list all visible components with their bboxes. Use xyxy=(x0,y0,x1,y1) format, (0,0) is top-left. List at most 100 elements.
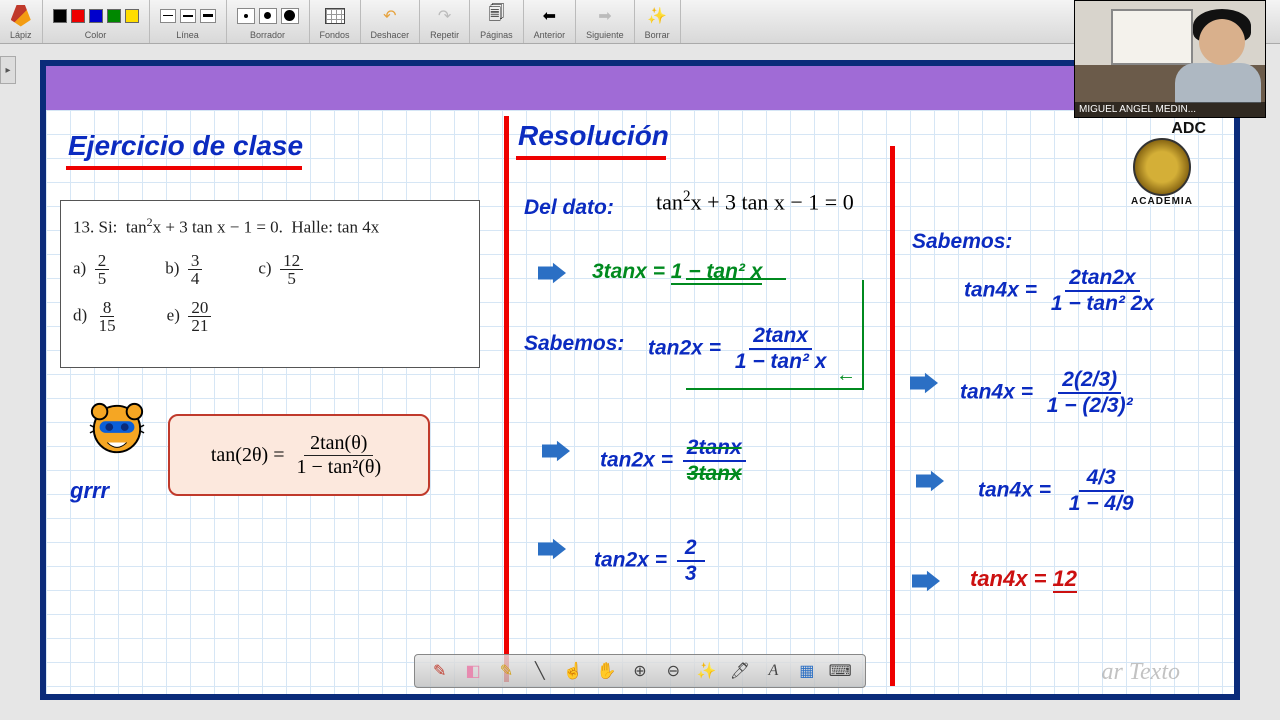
final-answer: tan4x = 12 xyxy=(970,566,1077,592)
arrow-icon xyxy=(538,538,566,560)
label-sabemos-mid: Sabemos: xyxy=(524,332,624,356)
pen-label: Lápiz xyxy=(10,30,32,40)
highlighter-icon[interactable]: ✎ xyxy=(495,660,517,682)
label-sabemos-right: Sabemos: xyxy=(912,230,1012,254)
line-med-icon[interactable] xyxy=(180,9,196,23)
pointer-icon[interactable]: ☝ xyxy=(562,660,584,682)
swatch-yellow[interactable] xyxy=(125,9,139,23)
wand-icon[interactable]: ✨ xyxy=(696,660,718,682)
sidebar-toggle[interactable]: ▸ xyxy=(0,56,16,84)
clear-icon: ✨ xyxy=(646,5,668,27)
floating-toolbar[interactable]: ✎ ◧ ✎ ╲ ☝ ✋ ⊕ ⊖ ✨ 🖊 A ▦ ⌨ xyxy=(414,654,866,688)
swatch-green[interactable] xyxy=(107,9,121,23)
logo-text-2: ACADEMIA xyxy=(1131,196,1193,207)
eraser-tool-icon[interactable]: ◧ xyxy=(462,660,484,682)
line-thin-icon[interactable] xyxy=(160,9,176,23)
pen-alt-icon[interactable]: 🖊 xyxy=(729,660,751,682)
option-e: e) 2021 xyxy=(167,299,212,334)
redo-icon: ↷ xyxy=(434,5,456,27)
arrow-icon xyxy=(910,372,938,394)
step-2: tan2x = 2tanx 3tanx xyxy=(600,436,746,486)
tool-color[interactable]: Color xyxy=(43,0,150,43)
backgrounds-label: Fondos xyxy=(320,30,350,40)
prev-icon: ⬅ xyxy=(538,5,560,27)
eraser-med-icon[interactable] xyxy=(259,8,277,24)
tan4x-formula: tan4x = 2tan2x 1 − tan² 2x xyxy=(964,266,1158,316)
line-tool-icon[interactable]: ╲ xyxy=(529,660,551,682)
tool-prev[interactable]: ⬅ Anterior xyxy=(524,0,577,43)
prev-label: Anterior xyxy=(534,30,566,40)
arrow-icon xyxy=(538,262,566,284)
label-del-dato: Del dato: xyxy=(524,196,614,220)
webcam-overlay: MIGUEL ANGEL MEDIN... xyxy=(1074,0,1266,118)
tool-undo[interactable]: ↶ Deshacer xyxy=(361,0,421,43)
clear-label: Borrar xyxy=(645,30,670,40)
given-equation: tan2x + 3 tan x − 1 = 0 xyxy=(656,188,854,215)
line-label: Línea xyxy=(176,30,199,40)
tool-backgrounds[interactable]: Fondos xyxy=(310,0,361,43)
redo-label: Repetir xyxy=(430,30,459,40)
color-picker-icon[interactable]: ▦ xyxy=(796,660,818,682)
undo-label: Deshacer xyxy=(371,30,410,40)
solution-title-underline xyxy=(516,156,666,160)
tool-redo[interactable]: ↷ Repetir xyxy=(420,0,470,43)
title-bar xyxy=(46,66,1234,110)
logo-badge-icon xyxy=(1133,138,1191,196)
option-b: b) 34 xyxy=(165,252,202,287)
tool-pages[interactable]: 🗐 Páginas xyxy=(470,0,524,43)
arrow-icon xyxy=(542,440,570,462)
undo-icon: ↶ xyxy=(379,5,401,27)
exercise-title-underline xyxy=(66,166,302,170)
pencil-red-icon[interactable]: ✎ xyxy=(429,660,451,682)
eraser-large-icon[interactable] xyxy=(281,8,299,24)
option-a: a) 25 xyxy=(73,252,109,287)
divider-2 xyxy=(890,146,895,686)
tool-next[interactable]: ➡ Siguiente xyxy=(576,0,635,43)
text-tool-icon[interactable]: A xyxy=(762,660,784,682)
school-logo: ADC ACADEMIA xyxy=(1112,120,1212,216)
divider-1 xyxy=(504,116,509,682)
tiger-icon xyxy=(88,400,146,458)
line-thick-icon[interactable] xyxy=(200,9,216,23)
zoom-out-icon[interactable]: ⊖ xyxy=(662,660,684,682)
swatch-black[interactable] xyxy=(53,9,67,23)
eraser-label: Borrador xyxy=(250,30,285,40)
option-c: c) 125 xyxy=(258,252,303,287)
swatch-blue[interactable] xyxy=(89,9,103,23)
tool-clear[interactable]: ✨ Borrar xyxy=(635,0,681,43)
tiger-caption: grrr xyxy=(70,478,109,504)
tool-pen[interactable]: Lápiz xyxy=(0,0,43,43)
next-label: Siguiente xyxy=(586,30,624,40)
next-icon: ➡ xyxy=(594,5,616,27)
back-arrow-icon: ← xyxy=(836,364,856,387)
eraser-small-icon[interactable] xyxy=(237,8,255,24)
whiteboard-canvas[interactable]: ADC ACADEMIA Ejercicio de clase 13. Si: … xyxy=(40,60,1240,700)
arrow-icon xyxy=(916,470,944,492)
webcam-name-label: MIGUEL ANGEL MEDIN... xyxy=(1075,102,1265,117)
problem-box: 13. Si: tan2x + 3 tan x − 1 = 0. Halle: … xyxy=(60,200,480,368)
swatch-red[interactable] xyxy=(71,9,85,23)
problem-statement: 13. Si: tan2x + 3 tan x − 1 = 0. Halle: … xyxy=(73,215,467,238)
formula-num: 2tan(θ) xyxy=(304,432,373,456)
formula-den: 1 − tan²(θ) xyxy=(291,456,388,479)
tool-eraser[interactable]: Borrador xyxy=(227,0,310,43)
grid-icon xyxy=(325,8,345,24)
zoom-in-icon[interactable]: ⊕ xyxy=(629,660,651,682)
right-step-1: tan4x = 2(2/3) 1 − (2/3)² xyxy=(960,368,1137,418)
step-3: tan2x = 2 3 xyxy=(594,536,705,586)
logo-text-1: ADC xyxy=(1171,120,1206,138)
pages-icon: 🗐 xyxy=(485,5,507,27)
keyboard-icon[interactable]: ⌨ xyxy=(829,660,851,682)
color-label: Color xyxy=(85,30,107,40)
pen-icon xyxy=(11,5,31,27)
tool-line[interactable]: Línea xyxy=(150,0,227,43)
right-step-2: tan4x = 4/3 1 − 4/9 xyxy=(978,466,1142,516)
double-angle-formula: tan(2θ) = 2tan(θ) 1 − tan²(θ) xyxy=(168,414,430,496)
option-d: d) 815 xyxy=(73,299,119,334)
solution-title: Resolución xyxy=(518,120,669,152)
exercise-title: Ejercicio de clase xyxy=(68,130,303,162)
arrow-icon xyxy=(912,570,940,592)
watermark-text: ar Texto xyxy=(1102,659,1180,686)
hand-pan-icon[interactable]: ✋ xyxy=(596,660,618,682)
formula-lhs: tan(2θ) = xyxy=(211,444,285,467)
